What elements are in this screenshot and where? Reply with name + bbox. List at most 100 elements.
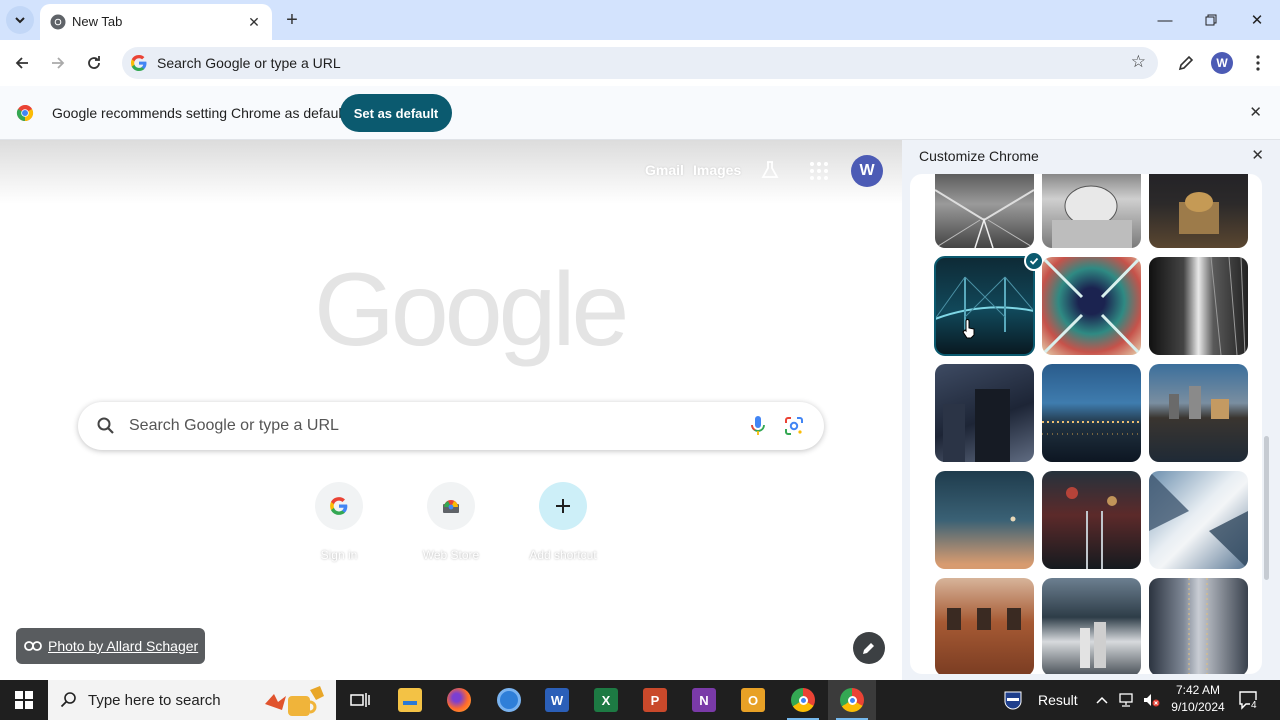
weather-widget[interactable]: Result — [1004, 680, 1078, 720]
ntp-search-placeholder: Search Google or type a URL — [129, 417, 339, 434]
cathedral-image — [1052, 185, 1132, 248]
infobar-close-icon[interactable]: ✕ — [1249, 103, 1262, 121]
clock-time: 7:42 AM — [1175, 683, 1221, 697]
images-link[interactable]: Images — [693, 162, 741, 178]
avenue-aerial-image — [1188, 578, 1208, 674]
taskbar-clock[interactable]: 7:42 AM 9/10/2024 — [1166, 682, 1230, 716]
tab-search-button[interactable] — [6, 6, 34, 34]
edit-pen-button[interactable] — [1171, 48, 1201, 78]
google-g-icon — [330, 497, 348, 515]
close-tab-icon[interactable]: ✕ — [244, 12, 264, 32]
chrome-logo-icon — [16, 104, 34, 122]
reload-button[interactable] — [79, 48, 109, 78]
background-thumb[interactable] — [1149, 471, 1248, 569]
glass-towers-image — [1149, 471, 1248, 569]
background-thumb[interactable] — [935, 578, 1034, 674]
night-plaza-image — [1179, 192, 1219, 234]
back-button[interactable] — [7, 48, 37, 78]
background-thumb[interactable] — [935, 174, 1034, 248]
window-close-button[interactable]: ✕ — [1242, 6, 1272, 34]
panel-close-icon[interactable]: ✕ — [1251, 146, 1264, 164]
show-hidden-icons[interactable] — [1096, 680, 1108, 720]
harbor-city-image — [1080, 622, 1106, 668]
panel-title: Customize Chrome — [919, 148, 1039, 164]
shortcut-icon-circle — [427, 482, 475, 530]
chrome-menu-button[interactable] — [1243, 48, 1273, 78]
task-view-icon — [350, 693, 370, 707]
selected-check-icon — [1024, 251, 1044, 271]
bookmark-star-icon[interactable]: ☆ — [1131, 52, 1146, 72]
gmail-link[interactable]: Gmail — [645, 162, 684, 178]
tab-title: New Tab — [72, 14, 123, 29]
background-thumb[interactable] — [1042, 364, 1141, 462]
outlook-icon: O — [741, 688, 765, 712]
voice-search-mic-icon[interactable] — [748, 414, 768, 438]
skyline-reflection-image — [1169, 386, 1229, 419]
taskbar-onenote[interactable]: N — [680, 680, 728, 720]
shortcut-add[interactable]: Add shortcut — [507, 482, 619, 578]
photo-credit-text: Photo by Allard Schager — [48, 638, 199, 654]
customize-chrome-panel: Customize Chrome ✕ — [902, 140, 1280, 680]
background-thumb[interactable] — [1149, 174, 1248, 248]
profile-avatar[interactable]: W — [1211, 52, 1233, 74]
google-g-icon — [131, 55, 147, 71]
tower-bw-image — [1210, 257, 1246, 355]
background-thumb[interactable] — [1149, 257, 1248, 355]
taskbar-outlook[interactable]: O — [729, 680, 777, 720]
pen-icon — [1178, 55, 1194, 71]
taskbar-search-box[interactable]: Type here to search — [48, 680, 336, 720]
chrome-blue-icon — [497, 688, 521, 712]
background-thumb[interactable] — [1042, 257, 1141, 355]
taskbar-chrome-blue[interactable] — [485, 680, 533, 720]
taskbar-excel[interactable]: X — [582, 680, 630, 720]
shortcut-sign-in[interactable]: Sign in — [283, 482, 395, 578]
address-bar[interactable]: Search Google or type a URL ☆ — [122, 47, 1158, 79]
task-view-button[interactable] — [336, 680, 384, 720]
windows-logo-icon — [15, 691, 33, 709]
new-tab-button[interactable]: + — [280, 8, 304, 32]
onenote-icon: N — [692, 688, 716, 712]
background-thumb[interactable] — [1042, 471, 1141, 569]
background-thumb[interactable] — [935, 364, 1034, 462]
google-apps-icon[interactable] — [809, 161, 829, 181]
taskbar-powerpoint[interactable]: P — [631, 680, 679, 720]
background-thumb[interactable] — [1042, 174, 1141, 248]
google-logo: Google — [314, 252, 629, 368]
photo-credit-link[interactable]: Photo by Allard Schager — [16, 628, 205, 664]
minimize-button[interactable]: — — [1150, 6, 1180, 34]
background-thumb[interactable] — [1149, 364, 1248, 462]
tab-new-tab[interactable]: New Tab ✕ — [40, 4, 272, 40]
ntp-profile-avatar[interactable]: W — [851, 155, 883, 187]
labs-flask-icon[interactable] — [760, 160, 780, 180]
forward-button[interactable] — [43, 48, 73, 78]
taskbar-chrome-active[interactable] — [828, 680, 876, 720]
file-explorer-icon — [398, 688, 422, 712]
restore-button[interactable] — [1196, 6, 1226, 34]
forward-arrow-icon — [52, 57, 65, 69]
taskbar-file-explorer[interactable] — [386, 680, 434, 720]
taskbar-word[interactable]: W — [533, 680, 581, 720]
link-icon — [24, 641, 42, 651]
chrome-favicon-icon — [50, 14, 66, 30]
search-icon — [97, 417, 114, 434]
bay-bridge-image — [935, 276, 1034, 332]
reload-icon — [88, 56, 100, 69]
taskbar-firefox[interactable] — [435, 680, 483, 720]
background-thumb-selected[interactable] — [934, 256, 1035, 356]
background-thumb[interactable] — [1042, 578, 1141, 674]
background-thumb[interactable] — [1149, 578, 1248, 674]
set-as-default-button[interactable]: Set as default — [340, 94, 452, 132]
panel-scrollbar-thumb[interactable] — [1264, 436, 1269, 580]
volume-status[interactable] — [1142, 680, 1160, 720]
taskbar-chrome-profile[interactable] — [779, 680, 827, 720]
panel-scrollbar-track[interactable] — [1263, 174, 1270, 674]
background-thumb[interactable] — [935, 471, 1034, 569]
ntp-search-box[interactable]: Search Google or type a URL — [78, 402, 824, 450]
notification-center[interactable]: 4 — [1238, 680, 1260, 720]
shortcut-web-store[interactable]: Web Store — [395, 482, 507, 578]
customize-chrome-button[interactable] — [853, 632, 885, 664]
start-button[interactable] — [0, 680, 48, 720]
restore-icon — [1205, 14, 1217, 26]
google-lens-icon[interactable] — [783, 415, 805, 437]
network-status[interactable] — [1118, 680, 1136, 720]
